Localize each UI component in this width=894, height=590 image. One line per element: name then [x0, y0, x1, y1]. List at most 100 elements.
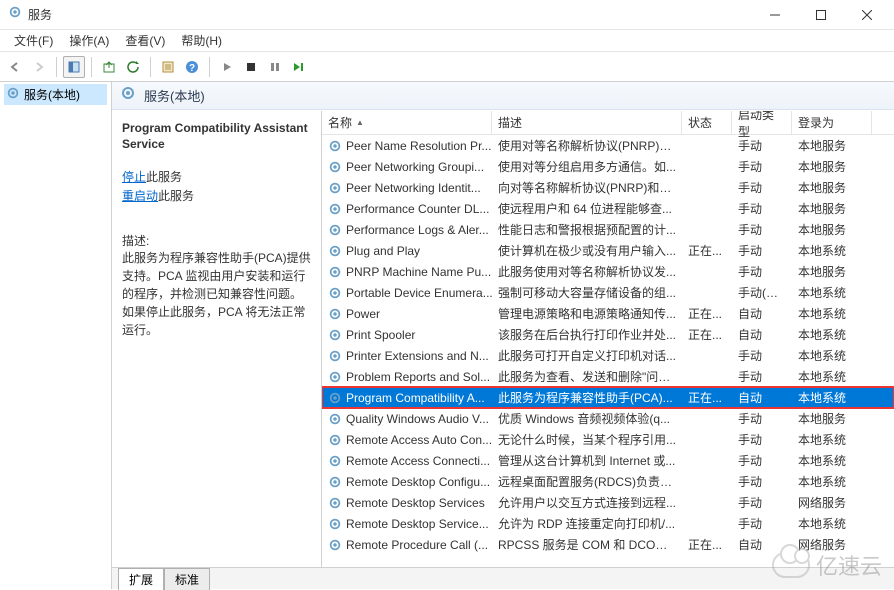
column-status[interactable]: 状态 — [682, 111, 732, 134]
service-row[interactable]: Remote Desktop Configu...远程桌面配置服务(RDCS)负… — [322, 471, 894, 492]
category-header: 服务(本地) — [112, 82, 894, 110]
service-start-cell: 手动 — [732, 494, 792, 511]
service-logon-cell: 本地服务 — [792, 263, 872, 280]
list-header: 名称 ▲ 描述 状态 启动类型 登录为 — [322, 111, 894, 135]
service-desc-cell: 向对等名称解析协议(PNRP)和对... — [492, 179, 682, 196]
menu-help[interactable]: 帮助(H) — [173, 30, 230, 51]
service-desc-cell: 此服务使用对等名称解析协议发... — [492, 263, 682, 280]
service-row[interactable]: Remote Access Auto Con...无论什么时候，当某个程序引用.… — [322, 429, 894, 450]
help-button[interactable]: ? — [181, 56, 203, 78]
service-row[interactable]: Performance Counter DL...使远程用户和 64 位进程能够… — [322, 198, 894, 219]
stop-service-link[interactable]: 停止 — [122, 170, 146, 184]
cloud-icon — [772, 552, 810, 578]
pause-service-button[interactable] — [264, 56, 286, 78]
service-name-cell: Remote Desktop Configu... — [346, 475, 490, 489]
service-name-cell: Print Spooler — [346, 328, 415, 342]
svg-text:?: ? — [189, 63, 195, 74]
toolbar: ? — [0, 52, 894, 82]
gear-icon — [328, 202, 342, 216]
service-row[interactable]: Power管理电源策略和电源策略通知传...正在...自动本地系统 — [322, 303, 894, 324]
restart-service-button[interactable] — [288, 56, 310, 78]
column-startup-type[interactable]: 启动类型 — [732, 111, 792, 134]
watermark: 亿速云 — [772, 549, 882, 581]
selected-service-name: Program Compatibility Assistant Service — [122, 121, 311, 152]
category-label: 服务(本地) — [144, 86, 205, 105]
service-status-cell: 正在... — [682, 242, 732, 259]
service-name-cell: Peer Networking Groupi... — [346, 160, 484, 174]
service-desc-cell: 此服务为查看、发送和删除"问题... — [492, 368, 682, 385]
service-row[interactable]: Peer Networking Groupi...使用对等分组启用多方通信。如.… — [322, 156, 894, 177]
service-logon-cell: 本地系统 — [792, 515, 872, 532]
service-name-cell: Remote Desktop Services — [346, 496, 485, 510]
service-name-cell: Remote Access Auto Con... — [346, 433, 492, 447]
export-list-button[interactable] — [98, 56, 120, 78]
gear-icon — [328, 433, 342, 447]
column-logon-as[interactable]: 登录为 — [792, 111, 872, 134]
tab-standard[interactable]: 标准 — [164, 568, 210, 590]
service-row[interactable]: Problem Reports and Sol...此服务为查看、发送和删除"问… — [322, 366, 894, 387]
tree-root-services-local[interactable]: 服务(本地) — [4, 84, 107, 105]
gear-icon — [328, 286, 342, 300]
menu-file[interactable]: 文件(F) — [6, 30, 61, 51]
titlebar: 服务 — [0, 0, 894, 30]
service-logon-cell: 本地服务 — [792, 200, 872, 217]
close-button[interactable] — [844, 0, 890, 29]
restart-service-link[interactable]: 重启动 — [122, 189, 158, 203]
service-desc-cell: 使用对等名称解析协议(PNRP)在... — [492, 137, 682, 154]
service-row[interactable]: Performance Logs & Aler...性能日志和警报根据预配置的计… — [322, 219, 894, 240]
service-logon-cell: 本地服务 — [792, 158, 872, 175]
start-service-button[interactable] — [216, 56, 238, 78]
service-name-cell: Quality Windows Audio V... — [346, 412, 489, 426]
service-start-cell: 手动 — [732, 347, 792, 364]
tab-extended[interactable]: 扩展 — [118, 568, 164, 590]
service-row[interactable]: Plug and Play使计算机在极少或没有用户输入...正在...手动本地系… — [322, 240, 894, 261]
gear-icon — [328, 496, 342, 510]
stop-service-line: 停止此服务 — [122, 168, 311, 185]
service-start-cell: 手动 — [732, 473, 792, 490]
service-row[interactable]: Peer Networking Identit...向对等名称解析协议(PNRP… — [322, 177, 894, 198]
gear-icon — [328, 265, 342, 279]
menu-action[interactable]: 操作(A) — [61, 30, 117, 51]
service-row[interactable]: Quality Windows Audio V...优质 Windows 音频视… — [322, 408, 894, 429]
gear-icon — [328, 307, 342, 321]
service-row[interactable]: Portable Device Enumera...强制可移动大容量存储设备的组… — [322, 282, 894, 303]
window-title: 服务 — [28, 6, 752, 23]
properties-button[interactable] — [157, 56, 179, 78]
service-row[interactable]: Printer Extensions and N...此服务可打开自定义打印机对… — [322, 345, 894, 366]
service-row[interactable]: Program Compatibility A...此服务为程序兼容性助手(PC… — [322, 387, 894, 408]
service-row[interactable]: PNRP Machine Name Pu...此服务使用对等名称解析协议发...… — [322, 261, 894, 282]
service-name-cell: Performance Counter DL... — [346, 202, 489, 216]
service-start-cell: 自动 — [732, 305, 792, 322]
gear-icon — [6, 86, 20, 103]
service-start-cell: 手动 — [732, 242, 792, 259]
service-desc-cell: 允许为 RDP 连接重定向打印机/... — [492, 515, 682, 532]
stop-service-button[interactable] — [240, 56, 262, 78]
service-row[interactable]: Remote Access Connecti...管理从这台计算机到 Inter… — [322, 450, 894, 471]
show-hide-console-button[interactable] — [63, 56, 85, 78]
service-status-cell: 正在... — [682, 536, 732, 553]
service-row[interactable]: Print Spooler该服务在后台执行打印作业并处...正在...自动本地系… — [322, 324, 894, 345]
service-desc-cell: 强制可移动大容量存储设备的组... — [492, 284, 682, 301]
service-list: 名称 ▲ 描述 状态 启动类型 登录为 Peer Name Resolution… — [322, 111, 894, 567]
maximize-button[interactable] — [798, 0, 844, 29]
service-row[interactable]: Remote Desktop Service...允许为 RDP 连接重定向打印… — [322, 513, 894, 534]
service-logon-cell: 网络服务 — [792, 494, 872, 511]
service-name-cell: Plug and Play — [346, 244, 420, 258]
list-body: Peer Name Resolution Pr...使用对等名称解析协议(PNR… — [322, 135, 894, 555]
service-start-cell: 手动(触发... — [732, 284, 792, 301]
refresh-button[interactable] — [122, 56, 144, 78]
service-logon-cell: 本地系统 — [792, 452, 872, 469]
menu-view[interactable]: 查看(V) — [117, 30, 173, 51]
minimize-button[interactable] — [752, 0, 798, 29]
back-button[interactable] — [4, 56, 26, 78]
service-logon-cell: 本地系统 — [792, 347, 872, 364]
service-logon-cell: 本地系统 — [792, 326, 872, 343]
forward-button[interactable] — [28, 56, 50, 78]
column-name[interactable]: 名称 ▲ — [322, 111, 492, 134]
gear-icon — [328, 517, 342, 531]
service-row[interactable]: Peer Name Resolution Pr...使用对等名称解析协议(PNR… — [322, 135, 894, 156]
service-row[interactable]: Remote Desktop Services允许用户以交互方式连接到远程...… — [322, 492, 894, 513]
service-desc-cell: 优质 Windows 音频视频体验(q... — [492, 410, 682, 427]
menubar: 文件(F) 操作(A) 查看(V) 帮助(H) — [0, 30, 894, 52]
column-description[interactable]: 描述 — [492, 111, 682, 134]
